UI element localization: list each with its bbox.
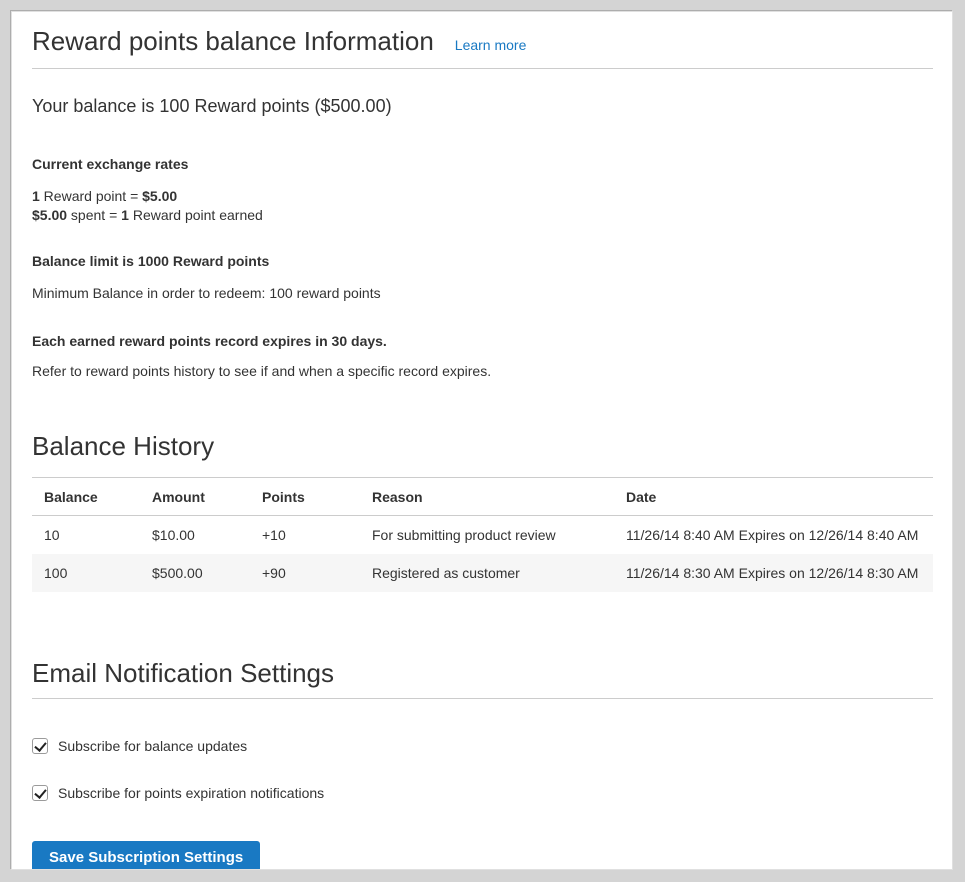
cell-reason: For submitting product review — [360, 516, 614, 555]
expiration-heading: Each earned reward points record expires… — [32, 333, 933, 349]
points-expiration-label[interactable]: Subscribe for points expiration notifica… — [58, 785, 324, 801]
points-expiration-checkbox[interactable] — [32, 785, 48, 801]
cell-date: 11/26/14 8:40 AM Expires on 12/26/14 8:4… — [614, 516, 933, 555]
exchange-rate-line-1: 1 Reward point = $5.00 — [32, 187, 933, 206]
page-header: Reward points balance Information Learn … — [32, 26, 933, 57]
column-header-date: Date — [614, 478, 933, 516]
cell-points: +10 — [250, 516, 360, 555]
cell-amount: $10.00 — [140, 516, 250, 555]
column-header-balance: Balance — [32, 478, 140, 516]
cell-balance: 10 — [32, 516, 140, 555]
expiration-note: Refer to reward points history to see if… — [32, 363, 933, 379]
cell-date: 11/26/14 8:30 AM Expires on 12/26/14 8:3… — [614, 554, 933, 592]
balance-updates-option: Subscribe for balance updates — [32, 738, 933, 754]
minimum-balance-text: Minimum Balance in order to redeem: 100 … — [32, 285, 933, 301]
cell-points: +90 — [250, 554, 360, 592]
column-header-amount: Amount — [140, 478, 250, 516]
column-header-reason: Reason — [360, 478, 614, 516]
rate-value: 1 — [32, 188, 40, 204]
balance-updates-checkbox[interactable] — [32, 738, 48, 754]
column-header-points: Points — [250, 478, 360, 516]
reward-points-panel: Reward points balance Information Learn … — [11, 11, 953, 870]
exchange-rates-heading: Current exchange rates — [32, 156, 933, 172]
rate-text: spent = — [67, 207, 121, 223]
rate-value: 1 — [121, 207, 129, 223]
save-subscription-settings-button[interactable]: Save Subscription Settings — [32, 841, 260, 870]
cell-amount: $500.00 — [140, 554, 250, 592]
cell-reason: Registered as customer — [360, 554, 614, 592]
table-header-row: Balance Amount Points Reason Date — [32, 478, 933, 516]
balance-summary: Your balance is 100 Reward points ($500.… — [32, 96, 933, 117]
points-expiration-option: Subscribe for points expiration notifica… — [32, 785, 933, 801]
balance-updates-label[interactable]: Subscribe for balance updates — [58, 738, 247, 754]
rate-text: Reward point earned — [129, 207, 263, 223]
balance-history-table: Balance Amount Points Reason Date 10 $10… — [32, 477, 933, 592]
email-settings-divider — [32, 698, 933, 699]
email-settings-title: Email Notification Settings — [32, 658, 933, 689]
rate-value: $5.00 — [32, 207, 67, 223]
balance-limit-heading: Balance limit is 1000 Reward points — [32, 253, 933, 269]
exchange-rates-lines: 1 Reward point = $5.00 $5.00 spent = 1 R… — [32, 187, 933, 225]
page-title: Reward points balance Information — [32, 26, 434, 57]
table-row: 10 $10.00 +10 For submitting product rev… — [32, 516, 933, 555]
learn-more-link[interactable]: Learn more — [455, 37, 527, 53]
balance-history-title: Balance History — [32, 431, 933, 462]
rate-value: $5.00 — [142, 188, 177, 204]
header-divider — [32, 68, 933, 69]
exchange-rate-line-2: $5.00 spent = 1 Reward point earned — [32, 206, 933, 225]
cell-balance: 100 — [32, 554, 140, 592]
table-row: 100 $500.00 +90 Registered as customer 1… — [32, 554, 933, 592]
rate-text: Reward point = — [40, 188, 142, 204]
